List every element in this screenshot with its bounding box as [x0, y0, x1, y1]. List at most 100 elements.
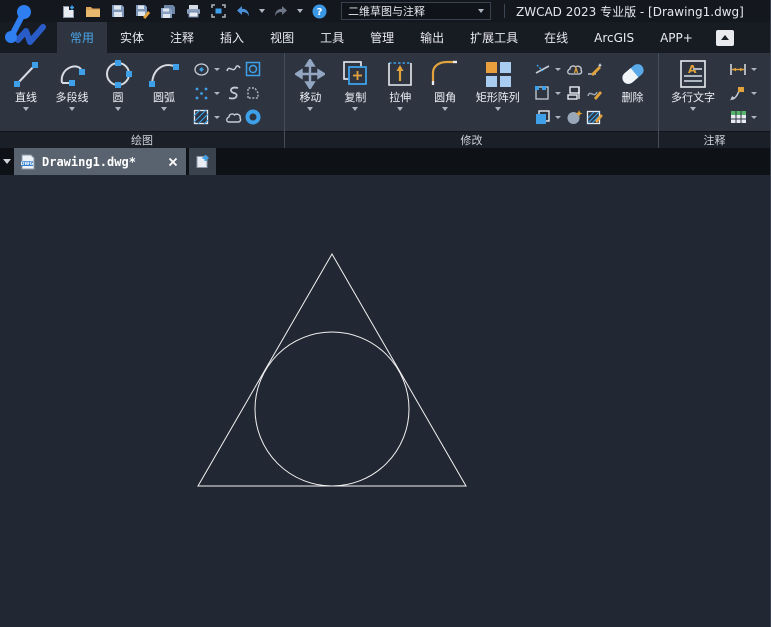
chevron-down-icon	[69, 107, 75, 111]
align-button[interactable]	[564, 83, 584, 103]
hatch-button[interactable]	[191, 107, 211, 127]
save-as-button[interactable]	[132, 1, 154, 21]
move-button[interactable]: 移动	[288, 54, 333, 130]
chevron-down-icon	[307, 107, 314, 111]
table-dropdown[interactable]	[748, 107, 760, 127]
edit-hatch-button[interactable]	[584, 107, 604, 127]
new-doc-tab-button[interactable]	[189, 148, 216, 175]
drawing-canvas[interactable]	[0, 175, 770, 627]
quick-access-toolbar: ? 二维草图与注释 ZWCAD 2023 专业版 - [Drawing1.dwg…	[57, 1, 744, 21]
table-button[interactable]	[728, 107, 748, 127]
new-button[interactable]	[57, 1, 79, 21]
ribbon-collapse-button[interactable]	[715, 29, 734, 46]
chevron-down-icon	[214, 115, 220, 119]
fillet-button-label: 圆角	[434, 91, 457, 104]
tab-tools[interactable]: 工具	[307, 22, 357, 53]
chevron-down-icon	[352, 107, 359, 111]
trim-button[interactable]	[532, 59, 552, 79]
scale-button[interactable]	[532, 83, 552, 103]
open-button[interactable]	[82, 1, 104, 21]
multiple-points-button[interactable]	[191, 83, 211, 103]
tab-express[interactable]: 扩展工具	[457, 22, 531, 53]
leader-button[interactable]	[728, 83, 748, 103]
hatch-dropdown[interactable]	[211, 107, 223, 127]
annotate-panel-content: A 多行文字	[659, 53, 770, 131]
titlebar-separator	[504, 4, 505, 18]
spline-button[interactable]	[223, 83, 243, 103]
leader-dropdown[interactable]	[748, 83, 760, 103]
edit-polyline-button[interactable]	[564, 59, 584, 79]
undo-button[interactable]	[232, 1, 254, 21]
print-button[interactable]	[182, 1, 204, 21]
rect-array-button[interactable]: 矩形阵列	[468, 54, 529, 130]
circle-button-label: 圆	[112, 91, 124, 104]
zwcad-logo-icon[interactable]	[2, 2, 50, 52]
polyline-icon	[56, 57, 88, 91]
tab-solid[interactable]: 实体	[107, 22, 157, 53]
workspace-dropdown[interactable]: 二维草图与注释	[341, 2, 491, 20]
tab-insert[interactable]: 插入	[207, 22, 257, 53]
region-button[interactable]	[243, 83, 263, 103]
tab-view[interactable]: 视图	[257, 22, 307, 53]
tab-annotate[interactable]: 注释	[157, 22, 207, 53]
doc-tab-close-button[interactable]	[166, 155, 180, 169]
points-dropdown[interactable]	[211, 83, 223, 103]
draw-order-button[interactable]	[532, 107, 552, 127]
arc-button[interactable]: 圆弧	[141, 54, 187, 130]
scale-dropdown[interactable]	[552, 83, 564, 103]
svg-text:?: ?	[316, 7, 322, 18]
explode-button[interactable]	[564, 107, 584, 127]
doc-tab-drawing1[interactable]: DWG Drawing1.dwg*	[14, 148, 186, 175]
save-all-button[interactable]	[157, 1, 179, 21]
stretch-button-label: 拉伸	[389, 91, 412, 104]
copy-button[interactable]: 复制	[333, 54, 378, 130]
boundary-button[interactable]	[243, 59, 263, 79]
draw-panel-label[interactable]: 绘图	[0, 131, 284, 148]
dimension-dropdown[interactable]	[748, 59, 760, 79]
chevron-down-icon	[751, 67, 757, 71]
tab-arcgis[interactable]: ArcGIS	[581, 22, 647, 53]
chevron-down-icon	[23, 107, 29, 111]
tab-online[interactable]: 在线	[531, 22, 581, 53]
mtext-button[interactable]: A 多行文字	[662, 54, 724, 130]
trim-dropdown[interactable]	[552, 59, 564, 79]
stretch-button[interactable]: 拉伸	[378, 54, 423, 130]
modify-panel: 移动 复制 拉伸 圆角 矩形阵列 删除 修改	[285, 53, 659, 148]
ellipse-icon	[193, 62, 209, 76]
chevron-up-icon	[720, 35, 729, 40]
erase-button[interactable]: 删除	[610, 54, 655, 130]
inscribed-circle-shape[interactable]	[254, 331, 410, 487]
plot-preview-button[interactable]	[207, 1, 229, 21]
chevron-down-icon	[397, 107, 404, 111]
tab-app-plus[interactable]: APP+	[647, 22, 706, 53]
fillet-button[interactable]: 圆角	[423, 54, 468, 130]
tab-manage[interactable]: 管理	[357, 22, 407, 53]
polyline-button[interactable]: 多段线	[49, 54, 95, 130]
ellipse-button[interactable]	[191, 59, 211, 79]
help-button[interactable]: ?	[308, 1, 330, 21]
circle-button[interactable]: 圆	[95, 54, 141, 130]
line-button[interactable]: 直线	[3, 54, 49, 130]
modify-panel-label[interactable]: 修改	[285, 131, 658, 148]
plot-preview-icon	[210, 4, 226, 18]
triangle-shape[interactable]	[197, 253, 467, 487]
edit-spline-button[interactable]	[584, 83, 604, 103]
redo-button[interactable]	[270, 1, 292, 21]
tab-output[interactable]: 输出	[407, 22, 457, 53]
dimension-button[interactable]	[728, 59, 748, 79]
draw-order-dropdown[interactable]	[552, 107, 564, 127]
revision-cloud-button[interactable]	[223, 107, 243, 127]
chevron-down-icon	[555, 91, 562, 95]
undo-dropdown[interactable]	[257, 1, 267, 21]
chevron-down-icon	[297, 9, 303, 13]
tab-home[interactable]: 常用	[57, 22, 108, 53]
redo-dropdown[interactable]	[295, 1, 305, 21]
save-button[interactable]	[107, 1, 129, 21]
ellipse-dropdown[interactable]	[211, 59, 223, 79]
wave-polyline-button[interactable]	[223, 59, 243, 79]
annotate-panel-label[interactable]: 注释	[659, 131, 770, 148]
doc-tab-overflow-button[interactable]	[0, 148, 14, 175]
chevron-down-icon	[214, 91, 220, 95]
edit-line-button[interactable]	[584, 59, 604, 79]
donut-button[interactable]	[243, 107, 263, 127]
